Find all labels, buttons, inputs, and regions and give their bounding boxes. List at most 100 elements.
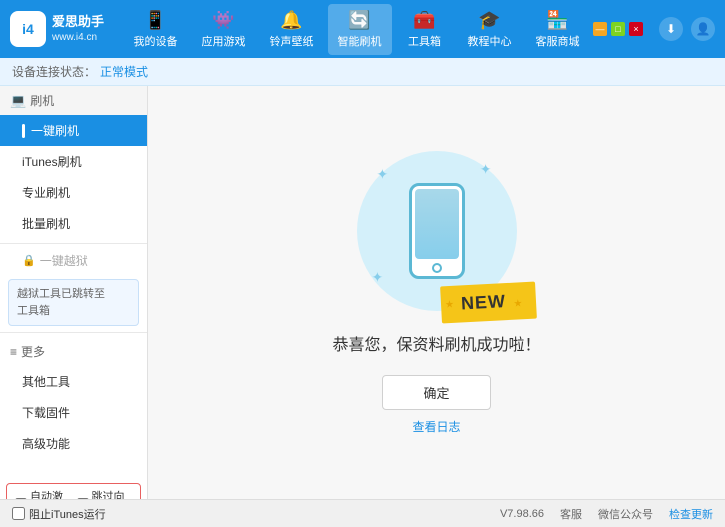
- itunes-checkbox-input[interactable]: [12, 507, 25, 520]
- other-tools-label: 其他工具: [22, 373, 70, 390]
- pro-flash-label: 专业刷机: [22, 184, 70, 201]
- service-icon: 🏪: [546, 10, 568, 31]
- auto-activate-checkbox[interactable]: 自动激活: [15, 488, 71, 499]
- footer-left: 阻止iTunes运行: [12, 506, 106, 522]
- guide-export-label: 跳过向导: [92, 488, 133, 499]
- footer-right: V7.98.66 客服 微信公众号 检查更新: [500, 506, 713, 522]
- topbar: i4 爱思助手 www.i4.cn 📱 我的设备 👾 应用游戏 🔔 铃声壁纸 🔄…: [0, 0, 725, 58]
- batch-flash-label: 批量刷机: [22, 215, 70, 232]
- maximize-button[interactable]: □: [611, 22, 625, 36]
- sidebar-item-other-tools[interactable]: 其他工具: [0, 366, 147, 397]
- guide-export-checkbox[interactable]: 跳过向导: [77, 488, 133, 499]
- auto-activate-input[interactable]: [15, 498, 27, 499]
- phone-screen: [415, 189, 459, 259]
- user-button[interactable]: 👤: [691, 17, 715, 41]
- logo-icon: i4: [10, 11, 46, 47]
- nav-item-my-device[interactable]: 📱 我的设备: [124, 4, 188, 55]
- nav-label-tutorials: 教程中心: [468, 33, 512, 49]
- status-label: 设备连接状态：: [12, 63, 96, 80]
- nav-item-tutorials[interactable]: 🎓 教程中心: [458, 4, 522, 55]
- flash-icon: 🔄: [348, 10, 370, 31]
- footer: 阻止iTunes运行 V7.98.66 客服 微信公众号 检查更新: [0, 499, 725, 527]
- sidebar-item-itunes-flash[interactable]: iTunes刷机: [0, 146, 147, 177]
- footer-link-wechat[interactable]: 微信公众号: [598, 506, 653, 522]
- sidebar-divider-1: [0, 243, 147, 244]
- lock-icon: 🔒: [22, 254, 36, 267]
- statusbar: 设备连接状态： 正常模式: [0, 58, 725, 86]
- close-button[interactable]: ×: [629, 22, 643, 36]
- flash-section-icon: 💻: [10, 93, 26, 109]
- nav-label-ringtones: 铃声壁纸: [270, 33, 314, 49]
- guide-export-input[interactable]: [77, 498, 89, 499]
- phone-body: [409, 183, 465, 279]
- nav-item-ringtones[interactable]: 🔔 铃声壁纸: [260, 4, 324, 55]
- logo-area: i4 爱思助手 www.i4.cn: [10, 11, 120, 47]
- view-log-link[interactable]: 查看日志: [412, 418, 460, 435]
- nav-label-apps: 应用游戏: [202, 33, 246, 49]
- download-firmware-label: 下载固件: [22, 404, 70, 421]
- itunes-flash-label: iTunes刷机: [22, 153, 82, 170]
- nav-item-smart-flash[interactable]: 🔄 智能刷机: [328, 4, 392, 55]
- nav-label-toolbox: 工具箱: [408, 33, 441, 49]
- win-controls: — □ ×: [593, 22, 643, 36]
- content-area: ✦ ✦ ✦ ★ NEW ★ 恭喜您，保资料刷机成功啦！ 确定 查看日志: [148, 86, 725, 499]
- brand-url: www.i4.cn: [52, 31, 104, 45]
- sidebar-disabled-jailbreak: 🔒 一键越狱: [0, 248, 147, 273]
- itunes-checkbox[interactable]: 阻止iTunes运行: [12, 506, 106, 522]
- nav-label-service: 客服商城: [536, 33, 580, 49]
- sidebar-notice: 越狱工具已跳转至工具箱: [8, 279, 139, 326]
- sidebar-item-batch-flash[interactable]: 批量刷机: [0, 208, 147, 239]
- flash-section-label: 刷机: [30, 92, 54, 109]
- footer-link-service[interactable]: 客服: [560, 506, 582, 522]
- sparkle-icon-2: ✦: [480, 161, 492, 178]
- main-layout: 💻 刷机 一键刷机 iTunes刷机 专业刷机 批量刷机 🔒 一键越狱 越狱工具…: [0, 86, 725, 499]
- disabled-label: 一键越狱: [40, 252, 88, 269]
- footer-version: V7.98.66: [500, 508, 544, 520]
- device-icon: 📱: [144, 10, 166, 31]
- star-right-icon: ★: [513, 298, 523, 309]
- new-banner: ★ NEW ★: [440, 281, 537, 323]
- new-text: NEW: [461, 291, 507, 313]
- status-value: 正常模式: [100, 63, 148, 80]
- more-section-label: 更多: [21, 343, 45, 360]
- sparkle-icon-3: ✦: [372, 269, 384, 286]
- sidebar-divider-2: [0, 332, 147, 333]
- sidebar-section-more: ≡ 更多: [0, 337, 147, 366]
- tutorials-icon: 🎓: [478, 10, 500, 31]
- minimize-button[interactable]: —: [593, 22, 607, 36]
- footer-link-update[interactable]: 检查更新: [669, 506, 713, 522]
- star-left-icon: ★: [445, 298, 455, 309]
- notice-text: 越狱工具已跳转至工具箱: [17, 288, 105, 317]
- topbar-right: — □ × ⬇ 👤: [593, 17, 715, 41]
- success-message: 恭喜您，保资料刷机成功啦！: [332, 331, 540, 355]
- nav-item-toolbox[interactable]: 🧰 工具箱: [396, 4, 454, 55]
- sidebar: 💻 刷机 一键刷机 iTunes刷机 专业刷机 批量刷机 🔒 一键越狱 越狱工具…: [0, 86, 148, 499]
- sidebar-section-flash: 💻 刷机: [0, 86, 147, 115]
- nav-item-apps-games[interactable]: 👾 应用游戏: [192, 4, 256, 55]
- one-key-flash-label: 一键刷机: [31, 122, 79, 139]
- phone-circle: ✦ ✦ ✦ ★ NEW ★: [357, 151, 517, 311]
- sparkle-icon-1: ✦: [377, 166, 389, 183]
- nav-items: 📱 我的设备 👾 应用游戏 🔔 铃声壁纸 🔄 智能刷机 🧰 工具箱 🎓 教程中心…: [120, 4, 593, 55]
- itunes-label: 阻止iTunes运行: [29, 506, 106, 522]
- ringtone-icon: 🔔: [280, 10, 302, 31]
- sidebar-item-pro-flash[interactable]: 专业刷机: [0, 177, 147, 208]
- sidebar-item-advanced[interactable]: 高级功能: [0, 428, 147, 459]
- auto-activate-label: 自动激活: [30, 488, 71, 499]
- nav-item-service[interactable]: 🏪 客服商城: [526, 4, 590, 55]
- checkbox-row: 自动激活 跳过向导: [6, 483, 141, 499]
- logo-letter: i4: [22, 21, 34, 37]
- nav-label-my-device: 我的设备: [134, 33, 178, 49]
- sidebar-item-download-firmware[interactable]: 下载固件: [0, 397, 147, 428]
- nav-label-flash: 智能刷机: [338, 33, 382, 49]
- phone-illustration: ✦ ✦ ✦ ★ NEW ★: [357, 151, 517, 311]
- apps-icon: 👾: [212, 10, 234, 31]
- toolbox-icon: 🧰: [413, 10, 435, 31]
- logo-text: 爱思助手 www.i4.cn: [52, 13, 104, 45]
- sidebar-item-one-key-flash[interactable]: 一键刷机: [0, 115, 147, 146]
- download-button[interactable]: ⬇: [659, 17, 683, 41]
- bars-icon: ≡: [10, 345, 17, 359]
- advanced-label: 高级功能: [22, 435, 70, 452]
- confirm-button[interactable]: 确定: [382, 375, 490, 410]
- brand-name: 爱思助手: [52, 13, 104, 31]
